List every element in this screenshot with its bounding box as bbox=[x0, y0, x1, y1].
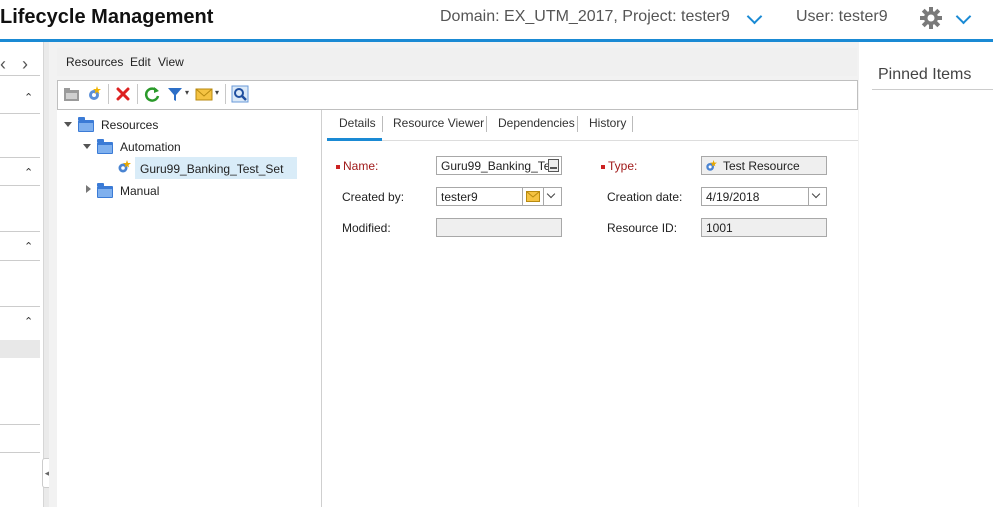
name-label: Name: bbox=[336, 159, 378, 173]
test-resource-icon bbox=[706, 160, 717, 171]
forward-arrow-icon[interactable]: › bbox=[22, 54, 28, 75]
sidebar-divider bbox=[0, 185, 40, 186]
name-value: Guru99_Banking_Te bbox=[441, 159, 551, 173]
tree-node-test-set[interactable]: Guru99_Banking_Test_Set bbox=[140, 162, 283, 176]
send-email-icon[interactable] bbox=[526, 191, 540, 202]
gear-icon[interactable] bbox=[920, 7, 942, 29]
resource-id-field: 1001 bbox=[701, 218, 827, 237]
filter-dropdown-icon[interactable]: ▾ bbox=[185, 88, 189, 97]
folder-icon bbox=[78, 117, 94, 132]
tab-underline bbox=[327, 140, 858, 141]
app-header: Lifecycle Management Domain: EX_UTM_2017… bbox=[0, 0, 993, 40]
tab-details[interactable]: Details bbox=[339, 116, 376, 130]
required-marker-icon bbox=[601, 164, 605, 169]
tab-separator bbox=[486, 116, 487, 132]
name-field[interactable]: Guru99_Banking_Te bbox=[436, 156, 562, 175]
tab-separator bbox=[577, 116, 578, 132]
creation-date-value: 4/19/2018 bbox=[706, 190, 760, 204]
toolbar-separator bbox=[225, 84, 226, 104]
domain-chevron-down-icon[interactable] bbox=[746, 8, 763, 25]
resource-id-value: 1001 bbox=[706, 221, 733, 235]
tree-node-resources[interactable]: Resources bbox=[101, 118, 158, 132]
sidebar-divider bbox=[0, 452, 40, 453]
modified-label: Modified: bbox=[342, 221, 391, 235]
type-field: Test Resource bbox=[701, 156, 827, 175]
toolbar-separator bbox=[108, 84, 109, 104]
created-by-label: Created by: bbox=[342, 190, 405, 204]
created-by-value: tester9 bbox=[441, 190, 478, 204]
type-label: Type: bbox=[601, 159, 637, 173]
sidebar-divider bbox=[0, 424, 40, 425]
folder-icon bbox=[97, 139, 113, 154]
field-divider bbox=[543, 188, 544, 205]
field-divider bbox=[522, 188, 523, 205]
sidebar-divider bbox=[0, 75, 40, 76]
email-dropdown-icon[interactable]: ▾ bbox=[215, 88, 219, 97]
left-sidebar: ‹ › ⌃ ⌃ ⌃ ⌃ bbox=[0, 42, 41, 507]
active-tab-indicator bbox=[327, 138, 382, 141]
tab-separator bbox=[632, 116, 633, 132]
required-marker-icon bbox=[336, 164, 340, 169]
menu-resources[interactable]: Resources bbox=[66, 55, 123, 69]
folder-icon bbox=[97, 183, 113, 198]
collapsed-toggle-icon[interactable] bbox=[86, 185, 91, 193]
creation-date-label: Creation date: bbox=[607, 190, 683, 204]
resource-id-label: Resource ID: bbox=[607, 221, 678, 235]
collapse-section-icon[interactable]: ⌃ bbox=[24, 166, 33, 179]
memo-icon[interactable] bbox=[548, 159, 559, 172]
expand-toggle-icon[interactable] bbox=[83, 144, 91, 149]
field-divider bbox=[808, 188, 809, 205]
modified-field bbox=[436, 218, 562, 237]
tab-resource-viewer[interactable]: Resource Viewer bbox=[393, 116, 484, 130]
collapse-section-icon[interactable]: ⌃ bbox=[24, 91, 33, 104]
name-label-text: Name: bbox=[343, 159, 379, 173]
back-arrow-icon[interactable]: ‹ bbox=[0, 54, 6, 75]
test-resource-icon bbox=[118, 160, 131, 173]
sidebar-divider bbox=[0, 260, 40, 261]
collapse-section-icon[interactable]: ⌃ bbox=[24, 315, 33, 328]
delete-icon[interactable] bbox=[114, 85, 132, 103]
user-menu[interactable]: User: tester9 bbox=[796, 8, 888, 26]
sidebar-divider bbox=[0, 157, 40, 158]
new-resource-icon[interactable] bbox=[85, 85, 103, 103]
tab-history[interactable]: History bbox=[589, 116, 626, 130]
type-label-text: Type: bbox=[608, 159, 638, 173]
tab-separator bbox=[382, 116, 383, 132]
app-title: Lifecycle Management bbox=[0, 6, 214, 28]
search-icon[interactable] bbox=[231, 85, 249, 103]
expand-toggle-icon[interactable] bbox=[64, 122, 72, 127]
tab-dependencies[interactable]: Dependencies bbox=[498, 116, 575, 130]
menu-view[interactable]: View bbox=[158, 55, 184, 69]
pinned-items-panel bbox=[860, 42, 993, 507]
sidebar-divider bbox=[0, 113, 40, 114]
domain-project-selector[interactable]: Domain: EX_UTM_2017, Project: tester9 bbox=[440, 8, 730, 26]
sidebar-divider bbox=[0, 231, 40, 232]
type-value: Test Resource bbox=[723, 159, 800, 173]
filter-icon[interactable] bbox=[166, 85, 184, 103]
send-email-icon[interactable] bbox=[195, 85, 213, 103]
toolbar-separator bbox=[137, 84, 138, 104]
tree-node-automation[interactable]: Automation bbox=[120, 140, 181, 154]
sidebar-divider bbox=[0, 306, 40, 307]
pinned-divider bbox=[872, 89, 993, 90]
sidebar-selected-row[interactable] bbox=[0, 340, 40, 358]
pinned-items-title: Pinned Items bbox=[878, 66, 972, 83]
collapse-section-icon[interactable]: ⌃ bbox=[24, 240, 33, 253]
new-folder-icon[interactable] bbox=[63, 85, 81, 103]
settings-chevron-down-icon[interactable] bbox=[955, 8, 972, 25]
tree-node-manual[interactable]: Manual bbox=[120, 184, 159, 198]
menu-edit[interactable]: Edit bbox=[130, 55, 151, 69]
refresh-icon[interactable] bbox=[143, 85, 161, 103]
